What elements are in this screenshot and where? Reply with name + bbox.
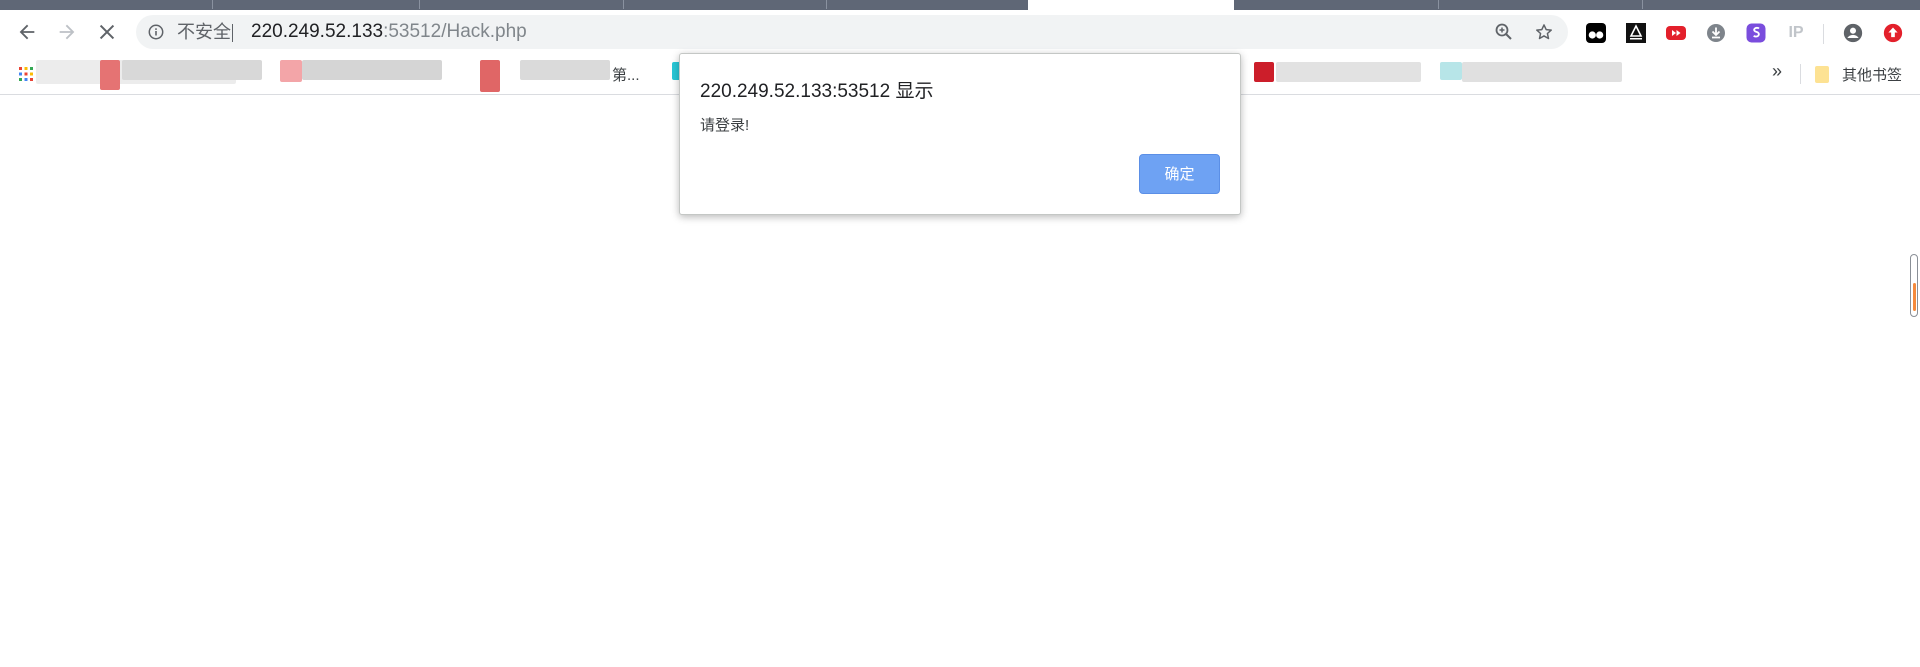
extension-purple[interactable] xyxy=(1744,21,1768,45)
bookmarks-separator xyxy=(1800,64,1801,84)
url-text[interactable]: 220.249.52.133:53512/Hack.php xyxy=(251,15,527,49)
alert-dialog: 220.249.52.133:53512 显示 请登录! 确定 xyxy=(679,53,1241,215)
tab-separator xyxy=(826,0,827,9)
video-fast-forward-icon xyxy=(1666,26,1686,40)
forward-button[interactable] xyxy=(53,18,81,46)
bookmark-item-blurred[interactable] xyxy=(1462,62,1622,82)
bookmark-item-blurred[interactable] xyxy=(520,60,610,80)
tab-separator xyxy=(1438,0,1439,9)
address-bar[interactable]: 不安全 220.249.52.133:53512/Hack.php xyxy=(136,15,1568,49)
arrow-right-icon xyxy=(59,24,75,40)
tab-separator xyxy=(623,0,624,9)
arrow-up-circle-icon xyxy=(1883,23,1903,43)
omnibox-divider xyxy=(232,24,233,42)
zoom-icon[interactable] xyxy=(1494,22,1514,42)
tab-strip xyxy=(0,0,1920,10)
bookmark-favicon-blurred xyxy=(1440,62,1462,80)
folder-icon[interactable] xyxy=(1815,66,1829,83)
tampermonkey-icon xyxy=(1586,23,1606,43)
close-icon xyxy=(99,24,115,40)
dialog-title: 220.249.52.133:53512 显示 xyxy=(700,81,934,102)
dialog-message: 请登录! xyxy=(700,117,750,134)
tab-separator xyxy=(212,0,213,9)
tab-separator xyxy=(419,0,420,9)
ok-button[interactable]: 确定 xyxy=(1139,154,1220,194)
profile-button[interactable] xyxy=(1841,21,1865,45)
bookmark-item-blurred[interactable] xyxy=(302,60,442,80)
update-button[interactable] xyxy=(1881,21,1905,45)
bookmark-favicon-blurred xyxy=(100,60,120,90)
extension-downloader[interactable] xyxy=(1704,21,1728,45)
url-host: 220.249.52.133 xyxy=(251,21,384,42)
bookmark-favicon-blurred xyxy=(1254,62,1274,82)
arrow-left-icon xyxy=(19,24,35,40)
tab[interactable] xyxy=(0,0,1028,10)
browser-toolbar: 不安全 220.249.52.133:53512/Hack.php IP xyxy=(0,10,1920,54)
extension-ip[interactable]: IP xyxy=(1784,21,1808,45)
bookmarks-overflow-chevron[interactable]: » xyxy=(1772,61,1782,82)
bookmark-favicon-blurred xyxy=(280,60,302,82)
stop-loading-button[interactable] xyxy=(93,18,121,46)
toolbar-separator xyxy=(1823,24,1824,44)
tab[interactable] xyxy=(1234,0,1920,10)
url-path: :53512/Hack.php xyxy=(383,21,527,42)
back-button[interactable] xyxy=(13,18,41,46)
extension-astar[interactable] xyxy=(1624,21,1648,45)
security-label[interactable]: 不安全 xyxy=(177,15,231,49)
apps-grid-icon[interactable] xyxy=(18,66,34,82)
active-tab[interactable] xyxy=(1028,0,1234,10)
ip-extension-label: IP xyxy=(1788,24,1804,41)
astar-icon xyxy=(1626,23,1646,43)
extension-purple-icon xyxy=(1746,23,1766,43)
other-bookmarks-label[interactable]: 其他书签 xyxy=(1842,64,1902,85)
bookmark-item-blurred[interactable] xyxy=(122,60,262,80)
bookmark-star-icon[interactable] xyxy=(1534,22,1554,42)
bookmark-favicon-blurred xyxy=(480,60,500,92)
extension-tampermonkey[interactable] xyxy=(1584,21,1608,45)
download-icon xyxy=(1707,24,1725,42)
extension-video[interactable] xyxy=(1664,21,1688,45)
tab-separator xyxy=(1642,0,1643,9)
bookmark-truncated-label[interactable]: 第... xyxy=(612,64,640,85)
bookmark-item-blurred[interactable] xyxy=(1276,62,1421,82)
scroll-thumb[interactable] xyxy=(1912,283,1916,311)
account-circle-icon xyxy=(1843,23,1863,43)
info-icon[interactable] xyxy=(148,24,164,40)
scroll-indicator[interactable] xyxy=(1910,254,1918,317)
